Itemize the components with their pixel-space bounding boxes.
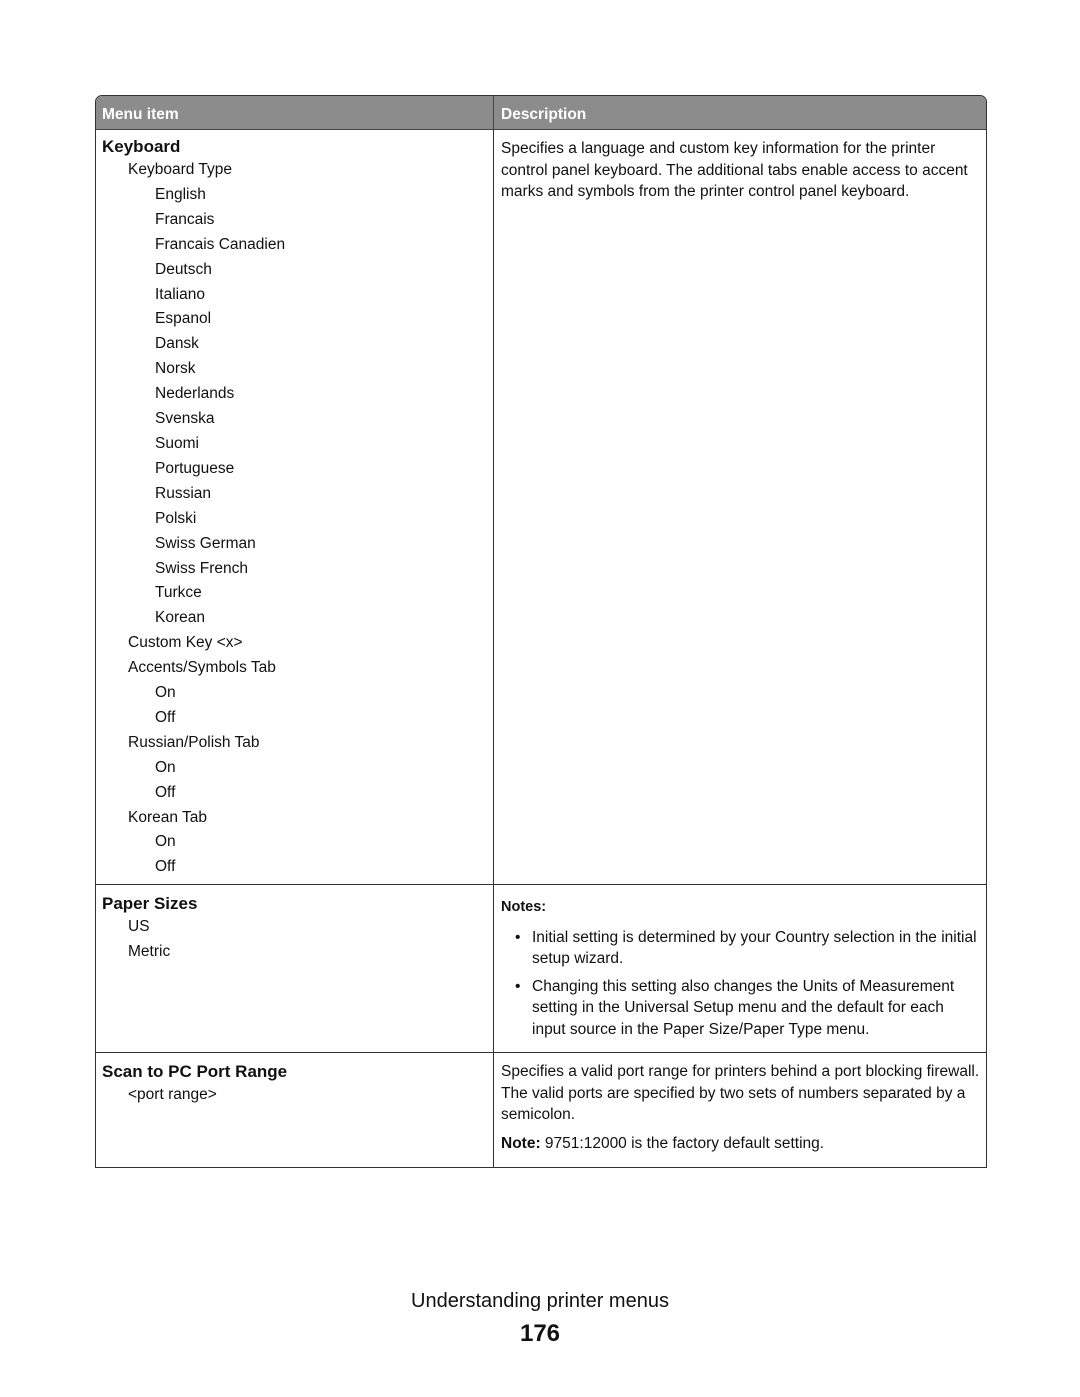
menu-option: Portuguese (155, 459, 235, 477)
note-item: Initial setting is determined by your Co… (501, 927, 980, 970)
menu-title: Keyboard (102, 137, 181, 156)
menu-title: Scan to PC Port Range (102, 1062, 288, 1082)
description-cell: Specifies a valid port range for printer… (494, 1053, 986, 1167)
table-row-paper-sizes: Paper Sizes US Metric Notes: Initial sett… (96, 885, 986, 1054)
description-cell: Notes: Initial setting is determined by … (494, 885, 986, 1052)
menu-option: Off (155, 858, 176, 876)
table-row-keyboard: Keyboard Keyboard Type English Francais Fra… (96, 130, 986, 886)
note-text: 9751:12000 is the factory default settin… (540, 1134, 825, 1152)
notes-list: Initial setting is determined by your Co… (501, 927, 980, 1041)
menu-options: <port range> (102, 1083, 493, 1108)
note-paragraph: Note: 9751:12000 is the factory default … (501, 1133, 980, 1155)
menu-option: Deutsch (155, 260, 212, 278)
description-cell: Specifies a language and custom key info… (494, 130, 986, 884)
menu-title: Paper Sizes (102, 894, 198, 914)
note-label: Note: (501, 1134, 541, 1152)
description-text: Specifies a language and custom key info… (501, 140, 968, 200)
menu-option: Turkce (155, 584, 202, 602)
menu-option: Off (155, 708, 176, 726)
menu-option: On (155, 833, 176, 851)
menu-option: Russian/Polish Tab (128, 733, 260, 751)
page-number: 176 (519, 1320, 561, 1347)
menu-option: Metric (128, 943, 171, 961)
header-description: Description (501, 106, 587, 123)
menu-option: English (155, 185, 206, 203)
menu-item-cell: Paper Sizes US Metric (96, 885, 494, 1053)
menu-item-cell: Scan to PC Port Range <port range> (96, 1053, 494, 1168)
menu-option: Swiss German (155, 534, 256, 552)
menu-options: US Metric (102, 915, 493, 965)
menu-option: Italiano (155, 285, 205, 303)
menu-option: On (155, 758, 176, 776)
menu-option: Keyboard Type (128, 161, 232, 178)
menu-option: <port range> (128, 1086, 217, 1104)
menu-option: Dansk (155, 335, 199, 353)
menu-option: Custom Key <x> (128, 634, 243, 652)
menu-option: Korean Tab (128, 808, 207, 826)
menu-option: Polski (155, 509, 197, 527)
menu-option: Suomi (155, 434, 199, 452)
note-item: Changing this setting also changes the U… (501, 976, 980, 1041)
menu-options: Keyboard Type English Francais Francais Can… (102, 158, 493, 880)
menu-option: Russian (155, 484, 211, 502)
menu-item-cell: Keyboard Keyboard Type English Francais Fra… (96, 130, 494, 885)
table-header: Menu item Description (96, 96, 986, 130)
menu-option: Accents/Symbols Tab (128, 659, 276, 677)
menu-option: Korean (155, 609, 205, 627)
menu-option: Swiss French (155, 559, 249, 577)
description-text: Specifies a valid port range for printer… (501, 1063, 980, 1124)
header-menu-item: Menu item (96, 96, 494, 129)
menu-table: Menu item Description Keyboard Keyboard … (95, 95, 987, 1169)
menu-option: On (155, 684, 176, 702)
menu-option: Espanol (155, 310, 212, 328)
menu-option: Nederlands (155, 385, 235, 403)
menu-option: Francais Canadien (155, 235, 286, 253)
menu-option: Svenska (155, 410, 215, 428)
section-title: Understanding printer menus (411, 1290, 669, 1312)
menu-option: Off (155, 783, 176, 801)
menu-option: US (128, 918, 150, 936)
menu-option: Francais (155, 210, 215, 228)
table-row-scan-to-pc-port-range: Scan to PC Port Range <port range> Speci… (96, 1053, 986, 1168)
menu-option: Norsk (155, 360, 196, 378)
notes-label: Notes: (501, 899, 547, 916)
